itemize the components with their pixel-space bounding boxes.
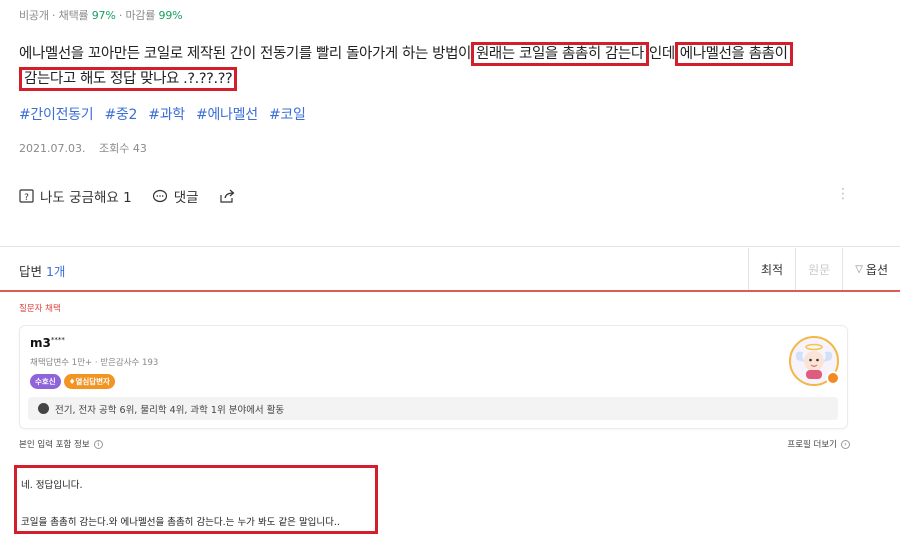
curious-button[interactable]: ? 나도 궁금해요 1 <box>19 186 132 206</box>
answer-line-2: 코일을 촘촘히 감는다.와 에나멜선을 촘촘히 감는다.는 누가 봐도 같은 말… <box>21 517 340 528</box>
profile-more-label: 프로필 더보기 <box>787 440 837 450</box>
comment-label: 댓글 <box>173 190 199 206</box>
self-info-label: 본인 입력 포함 정보 <box>19 440 90 450</box>
filter-icon: ▽ <box>855 263 863 275</box>
sort-bar: 최적 원문 ▽ 옵션 <box>748 248 900 290</box>
expertise-bar: 전기, 전자 공학 6위, 물리학 4위, 과학 1위 분야에서 활동 <box>28 397 838 420</box>
share-icon <box>219 189 234 203</box>
meta-prefix: 비공개 · 채택률 <box>19 9 92 22</box>
highlight-box-3: 감는다고 해도 정답 맞나요 .?.??.?? <box>19 67 238 91</box>
answer-divider <box>0 290 900 292</box>
answer-content-box: 네. 정답입니다. 코일을 촘촘히 감는다.와 에나멜선을 촘촘히 감는다.는 … <box>14 465 378 534</box>
action-bar: ? 나도 궁금해요 1 댓글 <box>19 186 262 206</box>
question-text-2: 인데 <box>648 46 675 62</box>
options-label: 옵션 <box>865 262 888 277</box>
answer-line-1: 네. 정답입니다. <box>21 480 83 491</box>
answerer-name-mask: **** <box>50 336 65 344</box>
comment-button[interactable]: 댓글 <box>152 186 199 206</box>
close-rate: 99% <box>158 9 183 22</box>
answer-count: 1개 <box>45 264 66 279</box>
tag-item[interactable]: #과학 <box>148 107 185 123</box>
self-input-info: 본인 입력 포함 정보 i <box>19 438 103 450</box>
arrow-right-circle-icon: › <box>841 439 850 449</box>
highlight-box-2: 에나멜선을 촘촘이 <box>674 42 793 66</box>
info-icon[interactable]: i <box>93 439 103 449</box>
highlight-box-1: 원래는 코일을 촘촘히 감는다 <box>470 42 649 66</box>
question-text-1: 에나멜선을 꼬아만든 코일로 제작된 간이 전동기를 빨리 돌아가게 하는 방법… <box>19 46 471 62</box>
chosen-by-asker-label: 질문자 채택 <box>19 304 61 314</box>
tag-item[interactable]: #에나멜선 <box>196 107 258 123</box>
tag-item[interactable]: #코일 <box>269 107 306 123</box>
avatar[interactable] <box>789 336 840 386</box>
level-flame-badge <box>826 371 840 385</box>
divider <box>0 246 900 247</box>
sort-best-tab[interactable]: 최적 <box>748 248 795 290</box>
question-meta: 비공개 · 채택률 97% · 마감률 99% <box>19 7 183 23</box>
answer-count-header: 답변 1개 <box>19 261 65 280</box>
question-date: 2021.07.03. <box>19 142 86 155</box>
tag-item[interactable]: #중2 <box>105 107 138 123</box>
answerer-profile-card: m3**** 채택답변수 1만+ · 받은감사수 193 수호신 ♦열심답변자 … <box>19 325 848 429</box>
answerer-name-text: m3 <box>30 336 51 350</box>
sort-original-tab[interactable]: 원문 <box>795 248 842 290</box>
answerer-stats: 채택답변수 1만+ · 받은감사수 193 <box>30 358 159 368</box>
profile-more-link[interactable]: 프로필 더보기 › <box>787 438 850 450</box>
svg-text:?: ? <box>24 193 29 203</box>
answer-label: 답변 <box>19 264 46 279</box>
diligent-answerer-label: 열심답변자 <box>75 377 110 386</box>
expertise-text: 전기, 전자 공학 6위, 물리학 4위, 과학 1위 분야에서 활동 <box>55 404 285 416</box>
diligent-answerer-badge: ♦열심답변자 <box>63 374 115 389</box>
share-button[interactable] <box>219 189 242 204</box>
adopt-rate: 97% <box>91 9 116 22</box>
question-body: 에나멜선을 꼬아만든 코일로 제작된 간이 전동기를 빨리 돌아가게 하는 방법… <box>19 42 879 92</box>
options-filter-button[interactable]: ▽ 옵션 <box>842 248 900 290</box>
tag-item[interactable]: #간이전동기 <box>19 107 94 123</box>
curious-label: 나도 궁금해요 1 <box>40 190 132 206</box>
answerer-name[interactable]: m3**** <box>30 336 65 350</box>
question-date-line: 2021.07.03. 조회수 43 <box>19 140 147 156</box>
question-box-icon: ? <box>19 188 34 203</box>
badge-group: 수호신 ♦열심답변자 <box>30 374 115 389</box>
expertise-icon <box>38 403 49 414</box>
comment-icon <box>152 189 167 202</box>
meta-mid: · 마감률 <box>115 9 159 22</box>
tag-list: #간이전동기 #중2 #과학 #에나멜선 #코일 <box>19 104 313 124</box>
view-count: 조회수 43 <box>98 142 147 155</box>
guardian-badge: 수호신 <box>30 374 61 389</box>
more-menu-icon[interactable]: ⋮ <box>836 186 850 202</box>
